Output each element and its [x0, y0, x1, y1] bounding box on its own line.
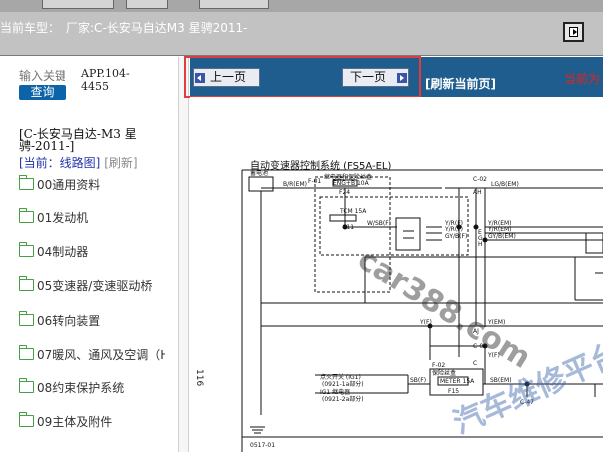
label-gyb-f: GY/B(F) [445, 233, 467, 240]
tree-item[interactable]: 09主体及附件 [19, 412, 113, 429]
label-note1-sub: (0921-1a部分) [322, 380, 364, 388]
label-ah: AH [473, 189, 482, 196]
label-ref: 0517-01 [250, 442, 275, 449]
vehicle-label: 当前车型： [0, 21, 61, 35]
folder-icon [19, 208, 34, 223]
tree-item-label: 04制动器 [37, 244, 89, 259]
tree-item-label: 00通用资料 [37, 177, 101, 192]
vehicle-bar: 当前车型： 厂家:C-长安马自达M3 星骋2011- [0, 12, 603, 56]
tree-item-label: 06转向装置 [37, 313, 101, 328]
tree-item-label: 05变速器/变速驱动桥 [37, 278, 153, 293]
label-yr-f2: Y/R(F) [444, 226, 463, 233]
current-model: [C-长安马自达-M3 星骋-2011-] [19, 127, 137, 153]
label-note2: IG1 继电器 [320, 388, 350, 396]
label-f01: F-01 [308, 178, 321, 185]
nav-highlight-box [184, 56, 421, 98]
app-window: 当前车型： 厂家:C-长安马自达M3 星骋2011- 查询 APP.104-445… [0, 0, 603, 452]
label-br-em: B/R(EM) [283, 181, 307, 188]
tree-item-label: 07暖风、通风及空调（HVAC） [37, 347, 165, 362]
folder-icon [19, 175, 34, 190]
label-f24: F24 [339, 189, 350, 196]
label-f11: F11 [343, 224, 354, 231]
folder-icon [19, 378, 34, 393]
refresh-page-link[interactable]: [刷新当前页] [425, 75, 496, 92]
label-h: H [478, 241, 483, 248]
label-lg-b-em: LG/B(EM) [491, 181, 519, 188]
folder-icon [19, 276, 34, 291]
label-sb-f: SB(F) [410, 377, 426, 384]
label-f15: F15 [448, 388, 459, 395]
label-meter-fuse: METER 15A [440, 378, 475, 385]
wiring-diagram[interactable]: 自动变速器控制系统 (FS5A-EL) 116 蓄电池 F-01 继电器和保险丝… [190, 97, 603, 452]
folder-icon [19, 242, 34, 257]
label-fuse-box2: 保险丝盒 [432, 369, 456, 377]
label-battery: 蓄电池 [250, 169, 268, 177]
tree-item-label: 01发动机 [37, 210, 89, 225]
tree-item[interactable]: 08约束保护系统 [19, 378, 125, 395]
panel-splitter[interactable] [178, 57, 189, 452]
search-input[interactable] [19, 69, 65, 83]
top-toolbar [0, 0, 603, 12]
tree-item[interactable]: 01发动机 [19, 208, 89, 225]
label-gyb-em: GY/B(EM) [488, 233, 516, 240]
vehicle-value: 厂家:C-长安马自达M3 星骋2011- [66, 21, 248, 35]
folder-icon [19, 311, 34, 326]
label-tcm-fuse: TCM 15A [339, 208, 367, 215]
left-panel: 查询 APP.104-4455 [C-长安马自达-M3 星骋-2011-] [当… [0, 57, 165, 452]
label-f02: F-02 [432, 362, 445, 369]
tree-item[interactable]: 07暖风、通风及空调（HVAC） [19, 345, 165, 362]
top-tab[interactable] [42, 0, 114, 9]
top-tab[interactable] [199, 0, 269, 9]
current-page-indicator: 当前为 [564, 72, 601, 86]
tree-item[interactable]: 06转向装置 [19, 311, 101, 328]
label-note1: 点火开关 (IG1) [320, 373, 361, 381]
tree-item-label: 08约束保护系统 [37, 380, 125, 395]
tree-item[interactable]: 05变速器/变速驱动桥 [19, 276, 153, 293]
app-code: APP.104-4455 [81, 67, 130, 93]
current-vehicle: 当前车型： 厂家:C-长安马自达M3 星骋2011- [0, 19, 247, 36]
folder-icon [19, 345, 34, 360]
current-location: [当前：线路图] [刷新] [19, 154, 138, 171]
top-tab[interactable] [126, 0, 168, 9]
label-note2-sub: (0921-2a部分) [322, 395, 364, 403]
label-c02: C-02 [473, 176, 487, 183]
label-c: C [473, 360, 477, 367]
refresh-link[interactable]: [刷新] [104, 156, 137, 170]
current-location-label[interactable]: [当前：线路图] [19, 156, 100, 170]
tree-item[interactable]: 00通用资料 [19, 175, 101, 192]
tree-item[interactable]: 04制动器 [19, 242, 89, 259]
label-wsb-f: W/SB(F) [367, 220, 391, 227]
label-eng-fuse: ENG+B 10A [333, 180, 370, 187]
label-yr-em2: Y/R(EM) [487, 226, 512, 233]
query-button[interactable]: 查询 [19, 85, 66, 100]
exit-button[interactable] [563, 22, 584, 42]
tree-item-label: 09主体及附件 [37, 414, 113, 429]
folder-icon [19, 412, 34, 427]
arrow-right-icon [573, 29, 577, 35]
